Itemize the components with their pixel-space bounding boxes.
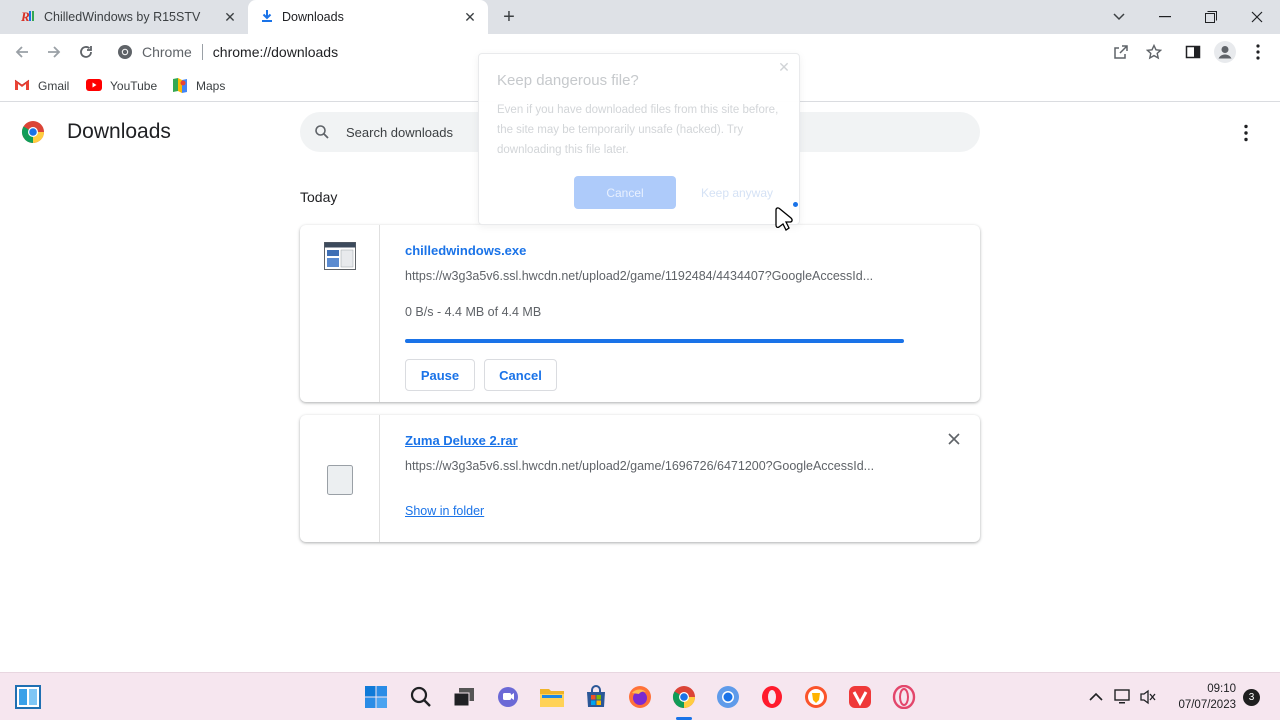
tab-close-icon[interactable]: ✕ [222, 9, 238, 25]
tab-title: ChilledWindows by R15STV [44, 10, 201, 24]
bookmark-youtube[interactable]: YouTube [86, 76, 157, 96]
gmail-icon [14, 79, 30, 94]
tab-close-icon[interactable]: ✕ [462, 9, 478, 25]
windows-start-icon[interactable] [362, 683, 390, 711]
busy-indicator-icon [793, 202, 798, 207]
download-item: chilledwindows.exe https://w3g3a5v6.ssl.… [300, 225, 980, 402]
download-url[interactable]: https://w3g3a5v6.ssl.hwcdn.net/upload2/g… [405, 269, 873, 283]
brave-icon[interactable] [802, 683, 830, 711]
close-window-button[interactable] [1234, 0, 1280, 34]
omnibox-url: chrome://downloads [212, 44, 339, 60]
date-section-header: Today [300, 189, 338, 205]
notification-badge[interactable]: 3 [1243, 689, 1260, 706]
bookmark-gmail[interactable]: Gmail [14, 76, 69, 96]
download-url[interactable]: https://w3g3a5v6.ssl.hwcdn.net/upload2/g… [405, 459, 874, 473]
search-icon[interactable] [407, 683, 435, 711]
download-status: 0 B/s - 4.4 MB of 4.4 MB [405, 305, 542, 319]
file-icon-column [300, 415, 380, 542]
download-item: Zuma Deluxe 2.rar https://w3g3a5v6.ssl.h… [300, 415, 980, 542]
opera-icon[interactable] [758, 683, 786, 711]
vivaldi-icon[interactable] [846, 683, 874, 711]
youtube-icon [86, 78, 102, 94]
reload-button[interactable] [73, 39, 99, 65]
firefox-icon[interactable] [626, 683, 654, 711]
pause-button[interactable]: Pause [405, 359, 475, 391]
tab-favicon-icon: R [20, 8, 36, 27]
tab-title: Downloads [282, 10, 344, 24]
minimize-button[interactable] [1142, 0, 1188, 34]
generic-file-icon [327, 465, 353, 500]
svg-text:R: R [20, 9, 30, 24]
profile-avatar-icon[interactable] [1212, 39, 1238, 65]
bookmark-label: YouTube [110, 79, 158, 93]
clock-date: 07/07/2023 [1178, 699, 1236, 711]
bookmark-label: Maps [196, 79, 226, 93]
new-tab-button[interactable]: + [498, 6, 520, 28]
show-in-folder-link[interactable]: Show in folder [405, 504, 484, 518]
task-view-icon[interactable] [450, 683, 478, 711]
taskbar: 09:10 07/07/2023 3 [0, 672, 1280, 720]
microsoft-store-icon[interactable] [582, 683, 610, 711]
chrome-taskbar-icon[interactable] [670, 683, 698, 711]
search-icon [314, 124, 330, 145]
file-icon-column [300, 225, 380, 402]
tab-chilledwindows[interactable]: R ChilledWindows by R15STV ✕ [8, 0, 248, 34]
forward-button[interactable] [41, 39, 67, 65]
maps-icon [172, 77, 188, 96]
omnibox-separator [201, 44, 203, 60]
dialog-body: Even if you have downloaded files from t… [497, 104, 779, 156]
tab-strip: R ChilledWindows by R15STV ✕ Downloads ✕… [0, 0, 1280, 34]
remove-download-icon[interactable] [946, 433, 962, 449]
dialog-close-icon[interactable]: ✕ [777, 60, 791, 74]
bookmark-star-icon[interactable] [1141, 39, 1167, 65]
tab-downloads[interactable]: Downloads ✕ [248, 0, 488, 34]
widgets-icon[interactable] [14, 683, 42, 711]
share-icon[interactable] [1108, 39, 1134, 65]
more-actions-icon[interactable] [1236, 123, 1256, 143]
download-progress-bar [405, 339, 904, 343]
file-explorer-icon[interactable] [538, 683, 566, 711]
chrome-site-icon [117, 44, 133, 63]
bookmark-label: Gmail [38, 79, 70, 93]
chrome-menu-icon[interactable] [1245, 39, 1271, 65]
keep-dangerous-file-dialog: Keep dangerous file? ✕ Even if you have … [478, 53, 800, 225]
show-hidden-icons-chevron[interactable] [1082, 683, 1110, 711]
dialog-cancel-button[interactable]: Cancel [574, 176, 676, 209]
system-clock[interactable]: 09:10 07/07/2023 [1170, 681, 1236, 713]
dialog-keep-anyway-button[interactable]: Keep anyway [691, 176, 783, 209]
omnibox-site-label: Chrome [142, 44, 192, 60]
dialog-title: Keep dangerous file? [497, 72, 639, 89]
teams-chat-icon[interactable] [494, 683, 522, 711]
cancel-button[interactable]: Cancel [484, 359, 557, 391]
bookmark-maps[interactable]: Maps [172, 76, 225, 96]
mouse-cursor-icon [775, 207, 797, 236]
chromium-icon[interactable] [714, 683, 742, 711]
search-placeholder: Search downloads [346, 124, 453, 140]
exe-file-icon [324, 242, 356, 275]
page-title: Downloads [67, 120, 171, 143]
download-filename[interactable]: chilledwindows.exe [405, 243, 526, 258]
chrome-logo-icon [21, 120, 45, 149]
volume-muted-icon[interactable] [1134, 683, 1162, 711]
download-icon [260, 9, 274, 26]
opera-gx-icon[interactable] [890, 683, 918, 711]
restore-button[interactable] [1188, 0, 1234, 34]
clock-time: 09:10 [1207, 683, 1236, 695]
back-button[interactable] [9, 39, 35, 65]
side-panel-icon[interactable] [1180, 39, 1206, 65]
download-filename[interactable]: Zuma Deluxe 2.rar [405, 433, 518, 448]
tab-search-chevron-icon[interactable] [1096, 0, 1142, 34]
network-icon[interactable] [1108, 683, 1136, 711]
